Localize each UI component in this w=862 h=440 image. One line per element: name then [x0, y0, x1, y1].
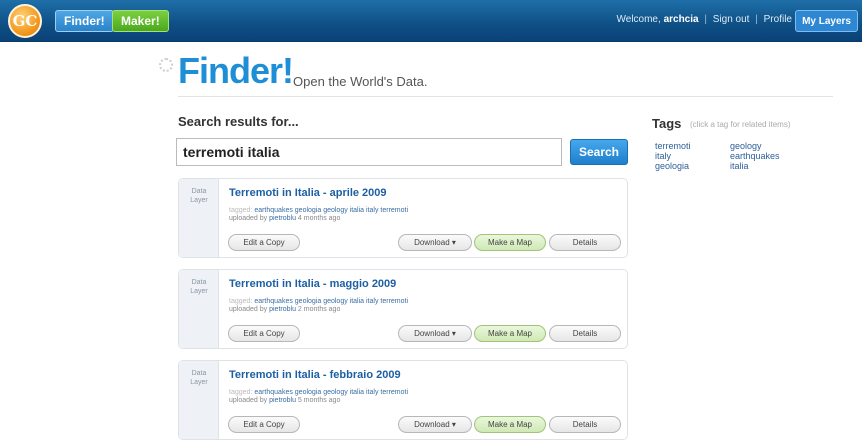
page-title: Finder! [178, 50, 294, 91]
sign-out-link[interactable]: Sign out [713, 14, 750, 25]
tags-hint: (click a tag for related items) [690, 120, 791, 129]
divider [178, 96, 833, 97]
download-button[interactable]: Download ▾ [398, 416, 472, 433]
result-type-panel: Data Layer [179, 361, 219, 439]
uploader-link[interactable]: pietroblu [269, 306, 296, 313]
result-tags: tagged: earthquakes geologia geology ita… [229, 298, 409, 305]
download-button[interactable]: Download ▾ [398, 325, 472, 342]
result-type-label: Data Layer [190, 188, 208, 204]
result-tag-links[interactable]: earthquakes geologia geology italia ital… [254, 389, 408, 396]
welcome-label: Welcome, [616, 14, 661, 25]
make-map-button[interactable]: Make a Map [474, 234, 546, 251]
separator: | [755, 14, 758, 25]
result-uploaded: uploaded by pietroblu 4 months ago [229, 215, 341, 222]
profile-link[interactable]: Profile [764, 14, 792, 25]
result-tags: tagged: earthquakes geologia geology ita… [229, 207, 409, 214]
uploader-link[interactable]: pietroblu [269, 215, 296, 222]
search-results-heading: Search results for... [178, 114, 299, 129]
make-map-button[interactable]: Make a Map [474, 325, 546, 342]
search-button[interactable]: Search [570, 139, 628, 165]
uploader-link[interactable]: pietroblu [269, 397, 296, 404]
result-tags: tagged: earthquakes geologia geology ita… [229, 389, 409, 396]
tab-maker[interactable]: Maker! [112, 10, 169, 32]
edit-copy-button[interactable]: Edit a Copy [228, 234, 300, 251]
result-type-label: Data Layer [190, 279, 208, 295]
result-type-panel: Data Layer [179, 179, 219, 257]
separator: | [704, 14, 707, 25]
tags-heading: Tags [652, 116, 682, 131]
tag-link[interactable]: earthquakes [730, 151, 780, 161]
result-title-link[interactable]: Terremoti in Italia - aprile 2009 [229, 187, 387, 199]
top-navigation-bar: GC Finder! Maker! Welcome, archcia | Sig… [0, 0, 862, 42]
result-uploaded: uploaded by pietroblu 2 months ago [229, 306, 341, 313]
result-type-panel: Data Layer [179, 270, 219, 348]
edit-copy-button[interactable]: Edit a Copy [228, 325, 300, 342]
result-card: Data Layer Terremoti in Italia - maggio 2… [178, 269, 628, 349]
tab-finder[interactable]: Finder! [55, 10, 114, 32]
gear-icon [159, 58, 173, 72]
details-button[interactable]: Details [549, 234, 621, 251]
tag-link[interactable]: geologia [655, 161, 689, 171]
result-card: Data Layer Terremoti in Italia - febbraio… [178, 360, 628, 440]
site-logo[interactable]: GC [8, 4, 42, 38]
download-button[interactable]: Download ▾ [398, 234, 472, 251]
tag-link[interactable]: italia [730, 161, 749, 171]
result-title-link[interactable]: Terremoti in Italia - febbraio 2009 [229, 369, 401, 381]
result-title-link[interactable]: Terremoti in Italia - maggio 2009 [229, 278, 396, 290]
details-button[interactable]: Details [549, 416, 621, 433]
username: archcia [663, 14, 699, 25]
make-map-button[interactable]: Make a Map [474, 416, 546, 433]
result-card: Data Layer Terremoti in Italia - aprile 2… [178, 178, 628, 258]
tag-link[interactable]: terremoti [655, 141, 691, 151]
details-button[interactable]: Details [549, 325, 621, 342]
result-tag-links[interactable]: earthquakes geologia geology italia ital… [254, 207, 408, 214]
result-uploaded: uploaded by pietroblu 5 months ago [229, 397, 341, 404]
page-tagline: Open the World's Data. [293, 74, 428, 89]
result-type-label: Data Layer [190, 370, 208, 386]
my-layers-button[interactable]: My Layers [795, 10, 858, 32]
result-tag-links[interactable]: earthquakes geologia geology italia ital… [254, 298, 408, 305]
user-menu: Welcome, archcia | Sign out | Profile [617, 14, 793, 25]
edit-copy-button[interactable]: Edit a Copy [228, 416, 300, 433]
search-input[interactable] [176, 138, 562, 166]
tag-link[interactable]: geology [730, 141, 762, 151]
tag-link[interactable]: italy [655, 151, 671, 161]
